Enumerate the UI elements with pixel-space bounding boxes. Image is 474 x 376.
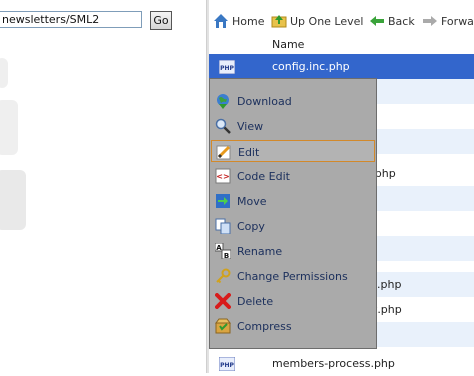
menu-item-label: Move <box>237 195 267 208</box>
folder-tree-panel: Go <box>0 0 206 373</box>
home-button[interactable]: Home <box>213 12 264 30</box>
copy-pages-icon <box>215 218 231 234</box>
red-x-delete-icon <box>215 293 231 309</box>
forward-button[interactable]: Forward <box>422 12 474 30</box>
magnifier-icon <box>215 118 231 134</box>
forward-arrow-icon <box>423 16 437 26</box>
up-one-level-label: Up One Level <box>290 14 364 28</box>
forward-label: Forward <box>441 14 474 28</box>
menu-item-label: Change Permissions <box>237 270 348 283</box>
home-icon <box>214 14 228 28</box>
menu-item-label: Code Edit <box>237 170 290 183</box>
svg-text:B: B <box>224 252 229 259</box>
php-file-icon: PHP <box>219 357 235 371</box>
php-file-icon: PHP <box>219 60 235 74</box>
svg-text:PHP: PHP <box>220 362 234 369</box>
menu-item-code-edit[interactable]: <> Code Edit <box>211 165 375 187</box>
name-column-header[interactable]: Name <box>209 34 474 55</box>
toolbar: Home Up One Level Back Forward <box>209 8 474 34</box>
file-name: config.inc.php <box>272 60 350 73</box>
context-menu: Download View Edit <> Code Edit Move Cop… <box>209 78 377 349</box>
menu-item-delete[interactable]: Delete <box>211 290 375 312</box>
name-column-label: Name <box>272 38 305 51</box>
compress-box-icon <box>215 318 231 334</box>
menu-item-label: View <box>237 120 264 133</box>
code-edit-icon: <> <box>215 168 231 184</box>
go-button[interactable]: Go <box>150 11 172 30</box>
menu-item-copy[interactable]: Copy <box>211 215 375 237</box>
back-label: Back <box>388 14 415 28</box>
move-arrow-icon <box>216 194 230 208</box>
menu-item-download[interactable]: Download <box>211 90 375 112</box>
background-graphic <box>0 170 26 230</box>
menu-item-label: Compress <box>237 320 292 333</box>
file-name: t.php <box>373 303 402 316</box>
background-graphic <box>0 58 8 88</box>
menu-item-label: Copy <box>237 220 265 233</box>
menu-item-view[interactable]: View <box>211 115 375 137</box>
up-one-level-button[interactable]: Up One Level <box>271 12 363 30</box>
menu-item-label: Delete <box>237 295 274 308</box>
folder-up-icon <box>271 15 287 28</box>
back-arrow-icon <box>370 16 384 26</box>
background-graphic <box>0 100 18 155</box>
file-row[interactable]: PHP members-process.php <box>209 351 474 376</box>
menu-item-compress[interactable]: Compress <box>211 315 375 337</box>
key-icon <box>216 268 231 284</box>
home-label: Home <box>232 14 265 28</box>
svg-text:A: A <box>216 244 222 252</box>
menu-item-label: Download <box>237 95 292 108</box>
file-row[interactable]: PHP config.inc.php <box>209 54 474 79</box>
back-button[interactable]: Back <box>369 12 415 30</box>
menu-item-edit[interactable]: Edit <box>211 140 375 162</box>
svg-text:PHP: PHP <box>220 65 234 72</box>
globe-download-icon <box>217 94 229 109</box>
file-name: members-process.php <box>272 357 395 370</box>
path-input[interactable] <box>0 11 142 28</box>
menu-item-change-permissions[interactable]: Change Permissions <box>211 265 375 287</box>
menu-item-rename[interactable]: A B Rename <box>211 240 375 262</box>
rename-ab-icon: A B <box>215 243 231 259</box>
menu-item-label: Edit <box>238 146 260 159</box>
file-name: .php <box>377 278 402 291</box>
svg-text:<>: <> <box>216 172 229 181</box>
pencil-edit-icon <box>216 145 231 160</box>
menu-item-move[interactable]: Move <box>211 190 375 212</box>
menu-item-label: Rename <box>237 245 283 258</box>
